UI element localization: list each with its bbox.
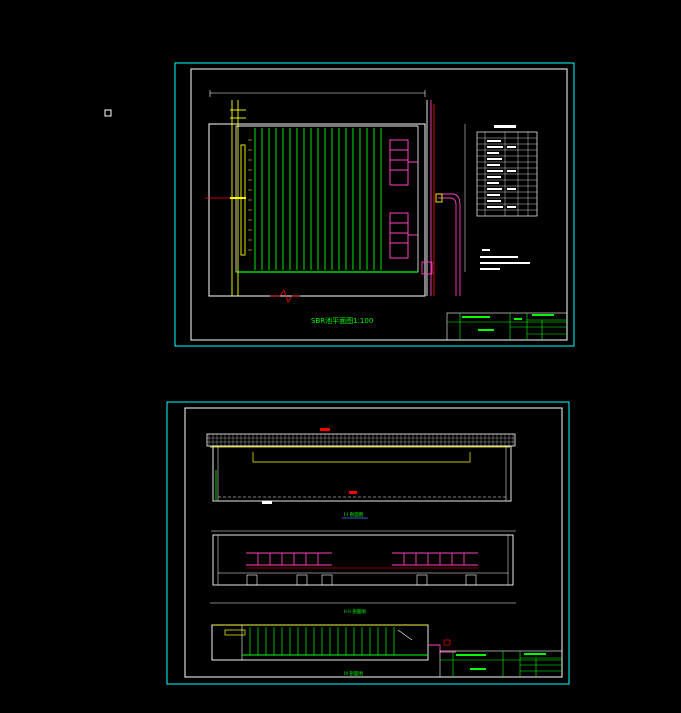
sheet-2-outer-frame — [166, 401, 570, 685]
section-2-title: II-II 剖面图 — [344, 608, 366, 615]
sheet-2-inner-frame — [184, 407, 563, 678]
plan-title: SBR池平面图1:100 — [311, 316, 373, 325]
sheet-1-inner-frame — [190, 68, 568, 341]
aeration-pipes-green — [254, 128, 382, 270]
section-1-title: I-I 剖面图 — [344, 511, 364, 518]
inlet-pipes-yellow — [230, 100, 246, 296]
section-3-title: III 剖面图 — [344, 670, 363, 677]
small-square-marker-icon — [104, 109, 112, 117]
outlet-pipes — [421, 100, 461, 296]
sheet-1-outer-frame — [174, 62, 575, 347]
section-3: III 剖面图 — [211, 624, 456, 677]
cad-drawing-canvas: SBR池平面图1:100 I-I 剖面图 II-II 剖面图 III 剖面图 — [104, 62, 575, 685]
section-1: I-I 剖面图 — [206, 428, 516, 519]
equipment-table — [476, 125, 538, 217]
legend-notes — [480, 249, 530, 270]
sheet-1: SBR池平面图1:100 — [174, 62, 575, 347]
decanter-manifolds-magenta — [389, 139, 418, 259]
section-2: II-II 剖面图 — [210, 530, 516, 615]
sheet-2: I-I 剖面图 II-II 剖面图 III 剖面图 — [166, 401, 570, 685]
